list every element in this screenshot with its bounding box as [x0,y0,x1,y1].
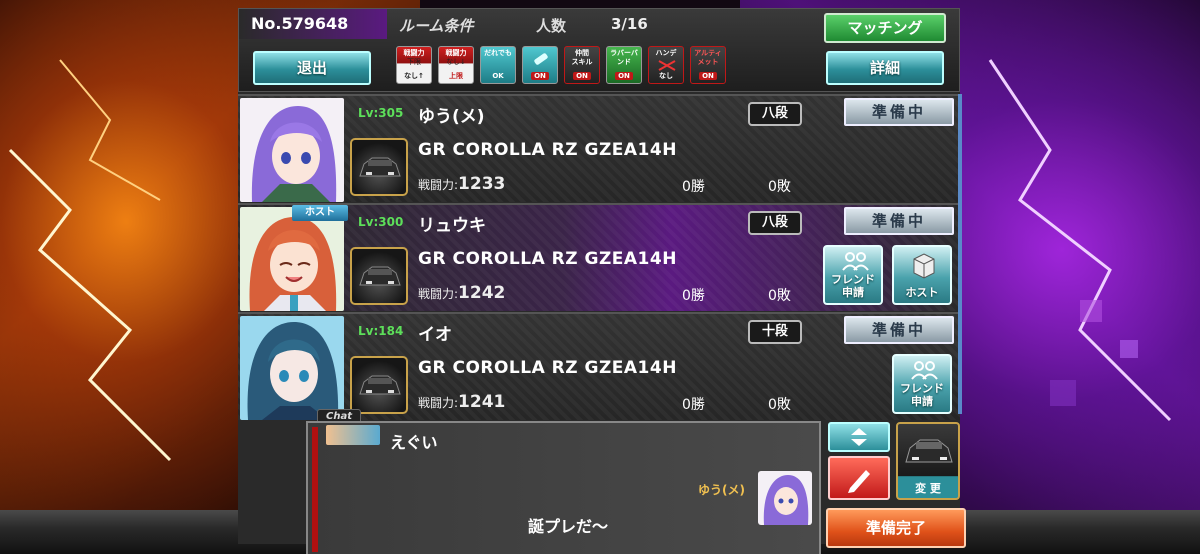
chat-message: えぐい [390,433,438,452]
player-power: 戦闘力:1242 [418,283,506,303]
host-button[interactable]: ホスト [892,245,952,305]
player-level: Lv:184 [358,324,404,338]
player-avatar-1 [240,98,344,202]
power-lower-limit-icon: 戦闘力 下限 なし↑ [396,46,432,84]
player-losses: 0敗 [768,288,791,304]
friend-request-label: フレンド 申請 [900,382,944,408]
chat-avatar [758,471,812,525]
up-down-arrows-icon [851,428,867,446]
friends-icon [911,361,938,380]
chat-expand-button[interactable] [828,422,890,452]
room-conditions-label: ルーム条件 [399,17,474,35]
friends-icon [842,252,869,271]
host-tag: ホスト [292,205,348,221]
handicap-icon: ハンデ なし [648,46,684,84]
player-losses: 0敗 [768,397,791,413]
player-level: Lv:300 [358,215,404,229]
player-wins: 0勝 [682,288,705,304]
friend-request-button[interactable]: フレンド 申請 [892,354,952,414]
pencil-icon [848,470,870,493]
chat-message: 誕プレだ〜 [528,517,609,536]
friend-request-label: フレンド 申請 [831,273,875,299]
team-skill-icon: 仲間 スキル ON [564,46,600,84]
player-car-thumbnail [350,138,408,196]
player-list-scrollbar[interactable] [958,94,962,414]
box-icon [913,253,935,279]
player-avatar-2 [240,207,344,311]
host-button-label: ホスト [905,286,939,299]
player-name: イオ [418,325,452,345]
power-upper-limit-icon: 戦闘力 なし↓ 上限 [438,46,474,84]
player-row-3: Lv:184 イオ 十段 準備中 GR COROLLA RZ GZEA14H 戦… [238,312,960,420]
anyone-ok-icon: だれでも OK [480,46,516,84]
player-car-thumbnail [350,356,408,414]
matching-button[interactable]: マッチング [824,13,946,43]
player-count-label: 人数 [536,17,567,35]
player-name: リュウキ [418,216,486,236]
car-change-label: 変 更 [915,482,941,495]
player-row-1: Lv:305 ゆう(メ) 八段 準備中 GR COROLLA RZ GZEA14… [238,94,960,202]
player-rank-badge: 八段 [748,211,802,235]
player-level: Lv:305 [358,106,404,120]
chat-panel[interactable]: えぐい ゆう(メ) 誕プレだ〜 [306,421,821,554]
player-rank-badge: 八段 [748,102,802,126]
player-count-value: 3/16 [611,15,648,33]
chat-sender-name: ゆう(メ) [698,483,745,497]
player-losses: 0敗 [768,179,791,195]
ready-button[interactable]: 準備完了 [826,508,966,548]
player-row-2: ホスト Lv:300 リュウキ 八段 準備中 GR COROLLA RZ GZE… [238,203,960,311]
car-icon [905,439,953,463]
car-change-button[interactable]: 変 更 [896,422,960,500]
player-status-ready: 準備中 [844,316,954,344]
chat-input-button[interactable] [828,456,890,500]
ultimate-icon: アルティ メット ON [690,46,726,84]
chat-accent-bar [312,427,318,552]
player-car-name: GR COROLLA RZ GZEA14H [418,358,677,378]
player-car-name: GR COROLLA RZ GZEA14H [418,249,677,269]
player-wins: 0勝 [682,179,705,195]
player-rank-badge: 十段 [748,320,802,344]
room-condition-icons: 戦闘力 下限 なし↑ 戦闘力 なし↓ 上限 だれでも OK ON 仲間 スキル … [396,46,726,84]
player-power: 戦闘力:1233 [418,174,506,194]
chat-avatar [326,425,380,445]
player-avatar-3 [240,316,344,420]
player-wins: 0勝 [682,397,705,413]
lightning-left-icon [8,59,172,462]
player-status-ready: 準備中 [844,98,954,126]
exit-button[interactable]: 退出 [253,51,371,85]
player-power: 戦闘力:1241 [418,392,506,412]
player-status-ready: 準備中 [844,207,954,235]
player-car-thumbnail [350,247,408,305]
detail-button[interactable]: 詳細 [826,51,944,85]
rubber-band-icon: ラバーバンド ON [606,46,642,84]
friend-request-button[interactable]: フレンド 申請 [823,245,883,305]
nitro-icon: ON [522,46,558,84]
room-header: No.579648 ルーム条件 人数 3/16 マッチング 退出 詳細 戦闘力 … [238,8,960,92]
room-number: No.579648 [239,9,387,39]
player-name: ゆう(メ) [418,107,485,127]
lightning-right-icon [988,59,1172,422]
player-car-name: GR COROLLA RZ GZEA14H [418,140,677,160]
